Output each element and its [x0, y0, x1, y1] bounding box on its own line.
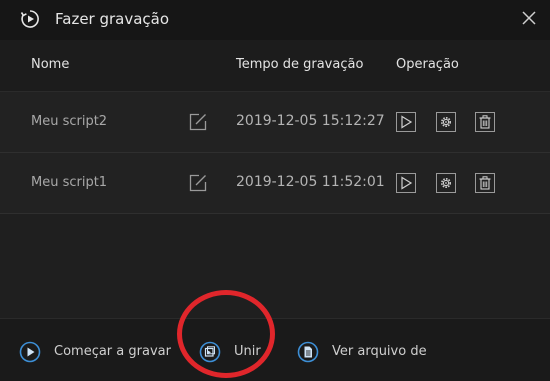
merge-label: Unir	[234, 344, 261, 359]
play-icon	[401, 115, 413, 129]
view-file-label: Ver arquivo de	[332, 344, 427, 359]
table-header: Nome Tempo de gravação Operação	[0, 40, 550, 92]
document-icon	[297, 341, 319, 363]
table-row: Meu script2 2019-12-05 15:12:27	[0, 92, 550, 153]
gear-icon	[441, 178, 451, 188]
play-button[interactable]	[396, 173, 416, 193]
table-row: Meu script1 2019-12-05 11:52:01	[0, 153, 550, 214]
start-recording-button[interactable]: Começar a gravar	[19, 341, 171, 363]
window-title: Fazer gravação	[55, 10, 170, 28]
gear-icon	[441, 117, 451, 127]
play-icon	[401, 176, 413, 190]
column-header-operation: Operação	[396, 57, 459, 72]
record-play-icon	[20, 10, 39, 28]
title-bar: Fazer gravação	[0, 0, 550, 40]
script-name: Meu script1	[31, 175, 108, 190]
record-dialog: Fazer gravação Nome Tempo de gravação Op…	[0, 0, 550, 381]
script-name: Meu script2	[31, 114, 108, 129]
trash-icon	[479, 176, 491, 190]
edit-icon[interactable]	[189, 113, 207, 131]
column-header-name: Nome	[31, 57, 70, 72]
start-recording-label: Começar a gravar	[54, 344, 171, 359]
delete-button[interactable]	[475, 173, 495, 193]
recording-time: 2019-12-05 11:52:01	[236, 174, 385, 190]
recording-time: 2019-12-05 15:12:27	[236, 113, 385, 129]
edit-icon[interactable]	[189, 174, 207, 192]
view-file-button[interactable]: Ver arquivo de	[297, 341, 427, 363]
close-icon[interactable]	[520, 9, 538, 27]
settings-button[interactable]	[436, 112, 456, 132]
settings-button[interactable]	[436, 173, 456, 193]
play-circle-icon	[19, 341, 41, 363]
merge-button[interactable]: Unir	[199, 341, 269, 363]
play-button[interactable]	[396, 112, 416, 132]
column-header-time: Tempo de gravação	[236, 57, 364, 72]
bottom-toolbar: Começar a gravar Unir Ver arquivo de	[0, 318, 550, 381]
merge-icon	[199, 341, 221, 363]
delete-button[interactable]	[475, 112, 495, 132]
trash-icon	[479, 115, 491, 129]
